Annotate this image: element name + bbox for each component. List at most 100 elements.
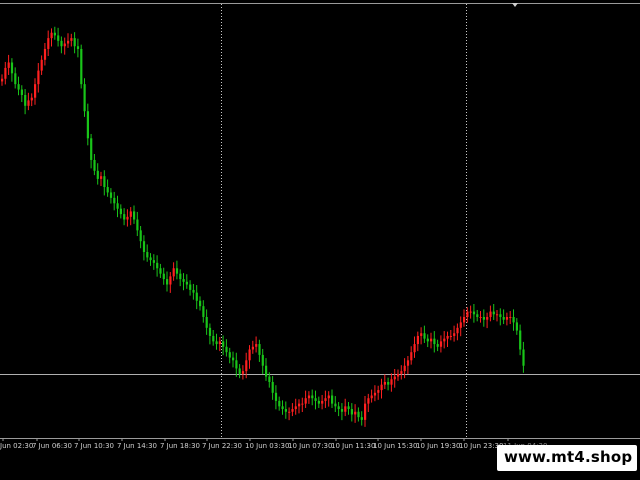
candle-body xyxy=(350,409,353,415)
candle-body xyxy=(182,279,185,282)
chart-background xyxy=(0,0,640,480)
candle-body xyxy=(324,398,327,401)
candle-body xyxy=(4,67,7,79)
candle-body xyxy=(496,314,499,316)
candle-body xyxy=(93,159,96,171)
time-tick-label: 7 Jun 14:30 xyxy=(117,442,157,450)
candle-body xyxy=(406,360,410,366)
candle-body xyxy=(284,409,287,412)
candle-body xyxy=(364,403,367,420)
candle-body xyxy=(238,368,241,374)
candle-body xyxy=(70,38,73,41)
candle-body xyxy=(142,241,146,253)
candle-body xyxy=(245,360,248,372)
candle-body xyxy=(472,311,476,315)
candle-body xyxy=(479,316,482,318)
candle-body xyxy=(321,400,324,404)
candle-body xyxy=(463,316,466,323)
candle-body xyxy=(215,341,218,345)
candle-body xyxy=(251,346,254,350)
candle-body xyxy=(47,38,50,49)
candle-body xyxy=(199,300,202,307)
candle-body xyxy=(459,322,462,328)
candle-body xyxy=(354,411,357,415)
candle-body xyxy=(436,344,439,347)
time-tick-label: 10 Jun 03:30 xyxy=(245,442,289,450)
candle-body xyxy=(113,197,116,204)
candle-body xyxy=(50,32,53,39)
candle-body xyxy=(413,344,416,353)
candle-body xyxy=(281,406,284,410)
candle-body xyxy=(360,417,363,420)
candle-body xyxy=(225,346,228,353)
candle-body xyxy=(439,341,443,347)
price-chart[interactable]: Jun 02:307 Jun 06:30 7 Jun 10:30 7 Jun 14:… xyxy=(0,0,640,480)
candle-body xyxy=(505,316,509,320)
candle-body xyxy=(63,43,66,47)
candle-body xyxy=(152,260,155,263)
candle-body xyxy=(136,219,139,231)
candle-body xyxy=(380,384,383,391)
time-tick-label: 10 Jun 11:30 xyxy=(331,442,375,450)
candle-body xyxy=(60,40,63,47)
time-tick-label: 7 Jun 10:30 xyxy=(74,442,114,450)
candle-body xyxy=(423,333,426,339)
candle-body xyxy=(449,335,452,337)
candle-body xyxy=(420,333,423,336)
candle-body xyxy=(271,381,274,393)
candle-body xyxy=(222,341,225,347)
candle-body xyxy=(311,395,314,399)
candle-body xyxy=(387,381,390,385)
candle-body xyxy=(340,409,344,412)
candle-body xyxy=(469,311,472,313)
candle-body xyxy=(179,273,182,280)
candle-body xyxy=(373,392,377,396)
time-tick-label: Jun 02:30 xyxy=(0,442,33,450)
candle-body xyxy=(383,381,386,385)
candle-body xyxy=(255,344,258,347)
candle-body xyxy=(228,352,231,358)
candle-body xyxy=(515,322,518,331)
candle-body xyxy=(57,35,60,41)
candle-body xyxy=(430,338,433,342)
candle-body xyxy=(274,392,278,401)
candle-body xyxy=(83,84,86,112)
candle xyxy=(80,44,83,89)
candle-body xyxy=(20,89,23,95)
time-tick-label: 10 Jun 15:30 xyxy=(373,442,417,450)
candle-body xyxy=(146,252,149,258)
candle-body xyxy=(307,395,311,399)
candle-body xyxy=(261,354,264,366)
candle-body xyxy=(149,257,152,261)
candle-body xyxy=(212,335,215,342)
candle-body xyxy=(106,187,109,193)
candle-body xyxy=(344,406,347,412)
candle-body xyxy=(466,311,469,317)
candle-body xyxy=(30,97,33,101)
candle-body xyxy=(53,32,56,36)
candle-body xyxy=(291,409,294,412)
candle-body xyxy=(522,349,525,366)
candle-body xyxy=(317,400,320,404)
candle-body xyxy=(96,170,99,179)
candle-body xyxy=(482,316,485,320)
candle-body xyxy=(232,357,235,361)
candle-body xyxy=(205,316,208,328)
candle-body xyxy=(43,48,47,60)
candle-body xyxy=(258,344,261,355)
candle-body xyxy=(453,333,456,336)
candle-body xyxy=(67,40,70,44)
candle-body xyxy=(357,411,360,418)
candle-body xyxy=(331,395,334,404)
candle-body xyxy=(456,327,459,334)
candle-body xyxy=(80,48,83,85)
candle-body xyxy=(426,338,429,342)
candle-body xyxy=(489,311,492,317)
candle-body xyxy=(502,316,505,320)
candle-body xyxy=(159,268,162,274)
candle-body xyxy=(7,62,10,68)
candle-body xyxy=(162,273,165,280)
candle-body xyxy=(390,379,393,385)
candle-body xyxy=(166,279,169,285)
candle-body xyxy=(139,230,142,242)
